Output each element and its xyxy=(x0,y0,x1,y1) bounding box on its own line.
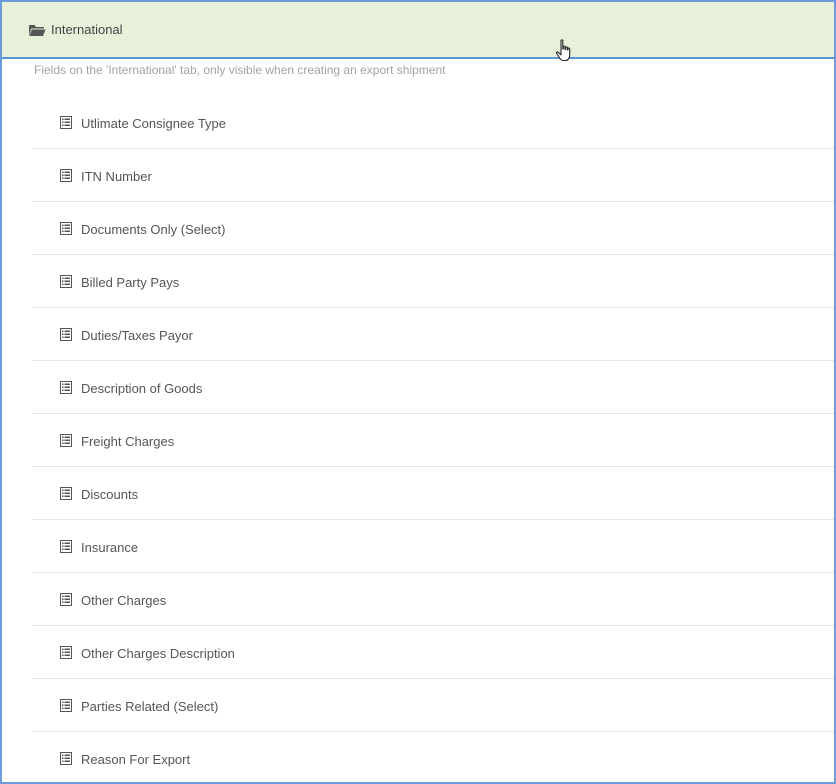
list-icon xyxy=(60,752,72,765)
field-label: Other Charges Description xyxy=(81,646,235,661)
folder-open-icon xyxy=(29,25,46,36)
list-icon xyxy=(60,593,72,606)
list-icon xyxy=(60,699,72,712)
field-label: Reason For Export xyxy=(81,752,191,767)
international-panel: International Fields on the 'Internation… xyxy=(0,0,836,784)
field-list: Utlimate Consignee Type ITN Number Docum… xyxy=(33,96,834,782)
list-item[interactable]: Other Charges xyxy=(33,573,834,626)
list-icon xyxy=(60,646,72,659)
list-icon xyxy=(60,381,72,394)
list-item[interactable]: Duties/Taxes Payor xyxy=(33,308,834,361)
list-icon xyxy=(60,275,72,288)
field-label: Other Charges xyxy=(81,593,167,608)
list-item[interactable]: Billed Party Pays xyxy=(33,255,834,308)
section-description: Fields on the 'International' tab, only … xyxy=(34,63,446,77)
list-icon xyxy=(60,540,72,553)
list-icon xyxy=(60,222,72,235)
list-item[interactable]: Insurance xyxy=(33,520,834,573)
field-label: Documents Only (Select) xyxy=(81,222,226,237)
list-item[interactable]: Description of Goods xyxy=(33,361,834,414)
hand-pointer-cursor-icon xyxy=(555,39,571,62)
list-item[interactable]: Documents Only (Select) xyxy=(33,202,834,255)
field-label: ITN Number xyxy=(81,169,152,184)
list-item[interactable]: Utlimate Consignee Type xyxy=(33,96,834,149)
field-label: Description of Goods xyxy=(81,381,203,396)
list-item[interactable]: Freight Charges xyxy=(33,414,834,467)
section-header-international[interactable]: International xyxy=(2,2,834,62)
list-item[interactable]: Parties Related (Select) xyxy=(33,679,834,732)
field-label: Insurance xyxy=(81,540,139,555)
field-label: Freight Charges xyxy=(81,434,175,449)
list-icon xyxy=(60,169,72,182)
field-label: Discounts xyxy=(81,487,139,502)
list-icon xyxy=(60,116,72,129)
list-icon xyxy=(60,434,72,447)
field-label: Utlimate Consignee Type xyxy=(81,116,227,131)
field-label: Parties Related (Select) xyxy=(81,699,219,714)
list-item[interactable]: Reason For Export xyxy=(33,732,834,782)
section-title: International xyxy=(51,22,123,37)
list-item[interactable]: Other Charges Description xyxy=(33,626,834,679)
list-item[interactable]: ITN Number xyxy=(33,149,834,202)
list-item[interactable]: Discounts xyxy=(33,467,834,520)
field-label: Duties/Taxes Payor xyxy=(81,328,193,343)
field-label: Billed Party Pays xyxy=(81,275,180,290)
list-icon xyxy=(60,328,72,341)
list-icon xyxy=(60,487,72,500)
